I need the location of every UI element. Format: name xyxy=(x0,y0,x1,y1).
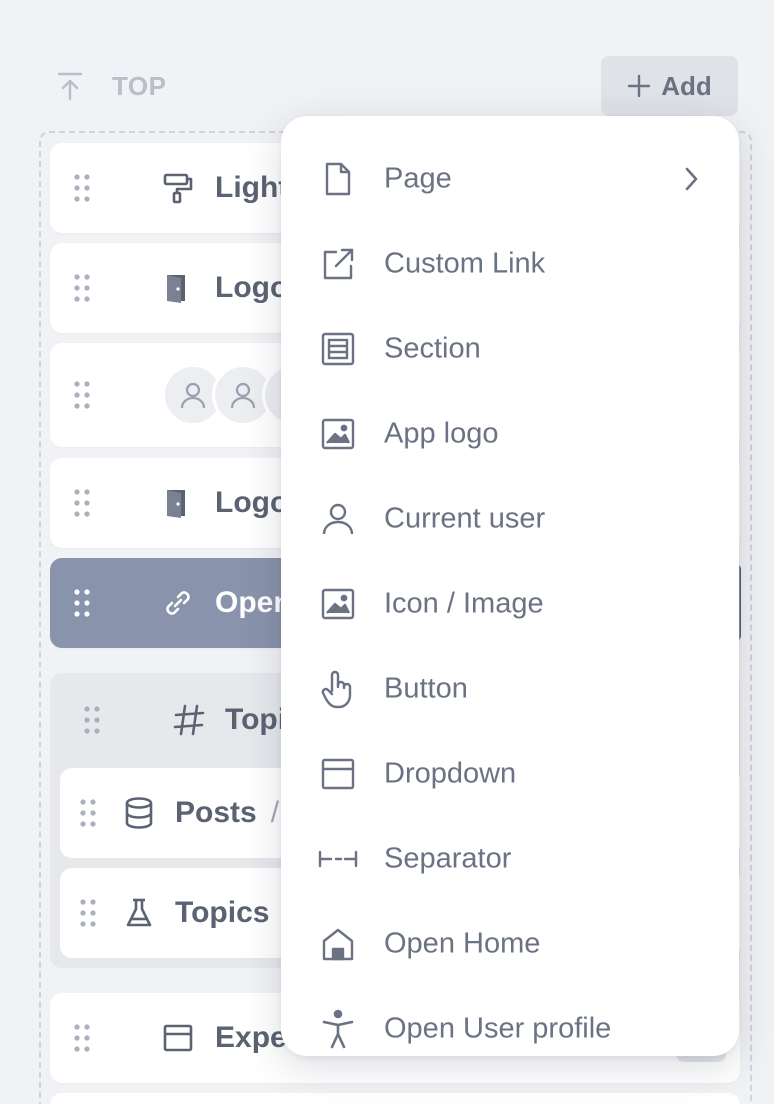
chevron-right-icon xyxy=(681,165,701,193)
menu-item-label: Custom Link xyxy=(384,247,546,279)
menu-item-label: Separator xyxy=(384,842,512,874)
paint-roller-icon xyxy=(162,172,194,204)
menu-item-dropdown[interactable]: Dropdown xyxy=(281,731,739,816)
arrow-up-to-line-icon xyxy=(56,71,84,101)
menu-item-icon-image[interactable]: Icon / Image xyxy=(281,561,739,646)
link-icon xyxy=(162,587,194,619)
nav-subitem-label: Posts / xyxy=(175,796,280,829)
menu-item-open-user-profile[interactable]: Open User profile xyxy=(281,986,739,1056)
menu-item-section[interactable]: Section xyxy=(281,306,739,391)
menu-item-custom-link[interactable]: Custom Link xyxy=(281,221,739,306)
image-icon xyxy=(318,414,358,454)
drag-handle-icon[interactable] xyxy=(80,899,96,927)
menu-item-label: Icon / Image xyxy=(384,587,544,619)
database-icon xyxy=(122,796,156,830)
pointer-hand-icon xyxy=(318,669,358,709)
menu-item-label: Section xyxy=(384,332,481,364)
menu-item-label: Open Home xyxy=(384,927,541,959)
drag-handle-icon[interactable] xyxy=(74,274,90,302)
door-icon xyxy=(162,272,194,304)
accessibility-icon xyxy=(318,1009,358,1049)
section-title: TOP xyxy=(112,70,167,101)
menu-item-label: Current user xyxy=(384,502,546,534)
add-button[interactable]: Add xyxy=(601,56,738,116)
separator-icon xyxy=(318,839,358,879)
drag-handle-icon[interactable] xyxy=(74,489,90,517)
nav-item-partial[interactable] xyxy=(50,1093,740,1104)
menu-item-separator[interactable]: Separator xyxy=(281,816,739,901)
door-icon xyxy=(162,487,194,519)
menu-item-button[interactable]: Button xyxy=(281,646,739,731)
user-icon xyxy=(318,499,358,539)
hash-icon xyxy=(172,703,206,737)
menu-item-page[interactable]: Page xyxy=(281,136,739,221)
plus-icon xyxy=(627,74,651,98)
section-icon xyxy=(318,329,358,369)
navigation-editor: TOP Add Light/da Logout Logout Open wo T… xyxy=(0,0,774,1104)
drag-handle-icon[interactable] xyxy=(74,589,90,617)
home-icon xyxy=(318,924,358,964)
add-item-menu: Page Custom Link Section App logo Curren… xyxy=(281,116,739,1056)
drag-handle-icon[interactable] xyxy=(74,381,90,409)
dropdown-box-icon xyxy=(162,1022,194,1054)
menu-item-label: Open User profile xyxy=(384,1012,612,1044)
menu-item-label: Page xyxy=(384,162,452,194)
image-icon xyxy=(318,584,358,624)
section-header: TOP xyxy=(56,66,166,106)
file-icon xyxy=(318,159,358,199)
menu-item-app-logo[interactable]: App logo xyxy=(281,391,739,476)
drag-handle-icon[interactable] xyxy=(74,1024,90,1052)
external-link-icon xyxy=(318,244,358,284)
dropdown-icon xyxy=(318,754,358,794)
drag-handle-icon[interactable] xyxy=(80,799,96,827)
menu-item-open-home[interactable]: Open Home xyxy=(281,901,739,986)
drag-handle-icon[interactable] xyxy=(84,706,100,734)
menu-item-label: App logo xyxy=(384,417,499,449)
menu-item-label: Dropdown xyxy=(384,757,517,789)
drag-handle-icon[interactable] xyxy=(74,174,90,202)
menu-item-current-user[interactable]: Current user xyxy=(281,476,739,561)
menu-item-label: Button xyxy=(384,672,468,704)
flask-icon xyxy=(122,896,156,930)
add-button-label: Add xyxy=(661,70,712,101)
nav-subitem-label: Topics xyxy=(175,896,270,929)
